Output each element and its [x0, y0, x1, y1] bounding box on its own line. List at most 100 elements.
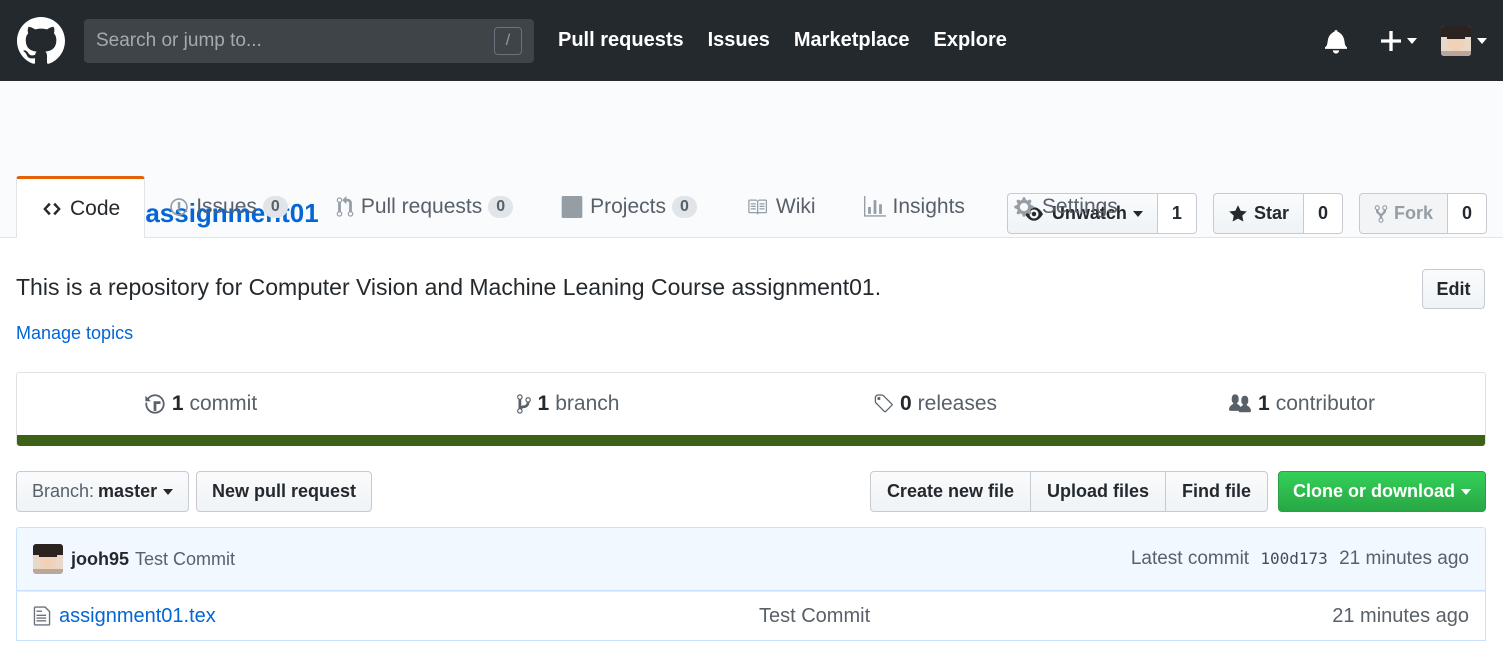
commits-link[interactable]: 1 commit	[17, 373, 384, 435]
nav-pull-requests[interactable]: Pull requests	[558, 29, 684, 52]
file-name-link[interactable]: assignment01.tex	[59, 605, 759, 628]
tag-icon	[872, 393, 894, 415]
branches-label: branch	[555, 392, 620, 415]
tab-label: Wiki	[775, 194, 816, 218]
search-input[interactable]	[96, 29, 476, 52]
commit-author-link[interactable]: jooh95	[71, 549, 129, 570]
file-icon	[33, 605, 51, 627]
forks-count[interactable]: 0	[1447, 193, 1487, 234]
project-icon	[561, 195, 583, 218]
nav-explore[interactable]: Explore	[934, 29, 1007, 52]
latest-commit-info: Latest commit 100d173 21 minutes ago	[1131, 548, 1469, 570]
branch-name: master	[98, 481, 158, 501]
chevron-down-icon	[1407, 37, 1417, 44]
search-shortcut-hint: /	[494, 26, 522, 55]
numbers-summary: 1 commit 1 branch 0 releases 1 contribut…	[16, 372, 1486, 446]
global-nav: Pull requests Issues Marketplace Explore	[558, 29, 1031, 52]
stars-count[interactable]: 0	[1303, 193, 1343, 234]
tab-label: Settings	[1041, 194, 1118, 218]
user-menu[interactable]	[1441, 25, 1487, 56]
edit-description-button[interactable]: Edit	[1422, 269, 1485, 309]
star-group: Star 0	[1212, 193, 1343, 234]
contributors-count: 1	[1258, 392, 1270, 415]
book-icon	[745, 197, 769, 217]
releases-link[interactable]: 0 releases	[751, 373, 1118, 435]
branch-select-button[interactable]: Branch: master	[16, 471, 190, 512]
branch-icon	[516, 393, 532, 415]
notification-bell-icon[interactable]	[1325, 28, 1347, 54]
chevron-down-icon	[1461, 488, 1471, 495]
repo-header: jooh95 / assignment01 Unwatch 1 Star 0	[0, 81, 1503, 238]
people-icon	[1228, 393, 1252, 415]
nav-issues[interactable]: Issues	[708, 29, 770, 52]
repo-description: This is a repository for Computer Vision…	[16, 274, 882, 300]
global-header: / Pull requests Issues Marketplace Explo…	[0, 0, 1503, 81]
repo-tabs: Code Issues 0 Pull requests 0 Projects 0	[16, 176, 1142, 238]
search-box[interactable]: /	[84, 18, 534, 63]
contributors-link[interactable]: 1 contributor	[1118, 373, 1485, 435]
create-new-dropdown[interactable]	[1381, 30, 1417, 51]
clone-label: Clone or download	[1293, 481, 1455, 501]
star-icon	[1228, 204, 1248, 224]
tab-label: Projects	[590, 194, 666, 218]
releases-label: releases	[917, 392, 998, 415]
tab-pull-requests[interactable]: Pull requests 0	[312, 176, 537, 237]
github-logo-icon[interactable]	[16, 16, 66, 66]
pull-request-icon	[336, 195, 354, 218]
create-new-file-button[interactable]: Create new file	[869, 471, 1031, 512]
fork-icon	[1374, 204, 1388, 224]
latest-commit-prefix: Latest commit	[1130, 548, 1250, 569]
chevron-down-icon	[163, 488, 174, 495]
tab-label: Code	[70, 196, 121, 220]
issue-icon	[169, 197, 189, 217]
tab-wiki[interactable]: Wiki	[721, 176, 840, 237]
contributors-label: contributor	[1275, 392, 1375, 415]
file-age: 21 minutes ago	[1332, 604, 1469, 627]
gear-icon	[1013, 196, 1035, 218]
graph-icon	[863, 195, 886, 218]
watchers-count[interactable]: 1	[1157, 193, 1197, 234]
nav-marketplace[interactable]: Marketplace	[794, 29, 910, 52]
branch-prefix: Branch:	[32, 481, 95, 501]
upload-files-button[interactable]: Upload files	[1029, 471, 1166, 512]
counter-badge: 0	[671, 195, 697, 218]
code-icon	[41, 199, 63, 219]
avatar[interactable]	[33, 544, 63, 574]
new-pull-request-button[interactable]: New pull request	[196, 471, 373, 512]
clone-or-download-button[interactable]: Clone or download	[1278, 471, 1486, 512]
file-commit-message-link[interactable]: Test Commit	[759, 605, 870, 628]
branches-count: 1	[537, 392, 550, 415]
tab-projects[interactable]: Projects 0	[537, 176, 721, 237]
tab-code[interactable]: Code	[16, 176, 146, 238]
tab-settings[interactable]: Settings	[989, 176, 1142, 237]
tab-label: Insights	[892, 194, 965, 218]
star-label: Star	[1253, 203, 1289, 223]
manage-topics-link[interactable]: Manage topics	[16, 323, 133, 344]
counter-badge: 0	[262, 195, 288, 218]
fork-group: Fork 0	[1358, 193, 1487, 234]
fork-label: Fork	[1393, 203, 1433, 223]
commits-count: 1	[171, 392, 184, 415]
star-button[interactable]: Star	[1212, 193, 1304, 234]
avatar	[1441, 25, 1471, 56]
file-row: assignment01.tex Test Commit 21 minutes …	[16, 591, 1486, 641]
chevron-down-icon	[1477, 37, 1487, 44]
tab-label: Pull requests	[360, 194, 483, 218]
commits-label: commit	[189, 392, 258, 415]
file-navigation: Branch: master New pull request Create n…	[16, 471, 1486, 512]
tab-issues[interactable]: Issues 0	[145, 176, 312, 237]
tab-insights[interactable]: Insights	[840, 176, 989, 237]
latest-commit-bar: jooh95 Test Commit Latest commit 100d173…	[16, 527, 1486, 591]
releases-count: 0	[899, 392, 912, 415]
find-file-button[interactable]: Find file	[1165, 471, 1268, 512]
commit-sha-link[interactable]: 100d173	[1260, 549, 1327, 568]
commit-age: 21 minutes ago	[1339, 548, 1469, 569]
history-icon	[144, 393, 166, 415]
counter-badge: 0	[488, 195, 514, 218]
fork-button[interactable]: Fork	[1358, 193, 1448, 234]
commit-message-link[interactable]: Test Commit	[135, 549, 235, 570]
language-bar[interactable]	[17, 435, 1485, 446]
branches-link[interactable]: 1 branch	[384, 373, 751, 435]
plus-icon	[1381, 30, 1401, 51]
tab-label: Issues	[196, 194, 257, 218]
